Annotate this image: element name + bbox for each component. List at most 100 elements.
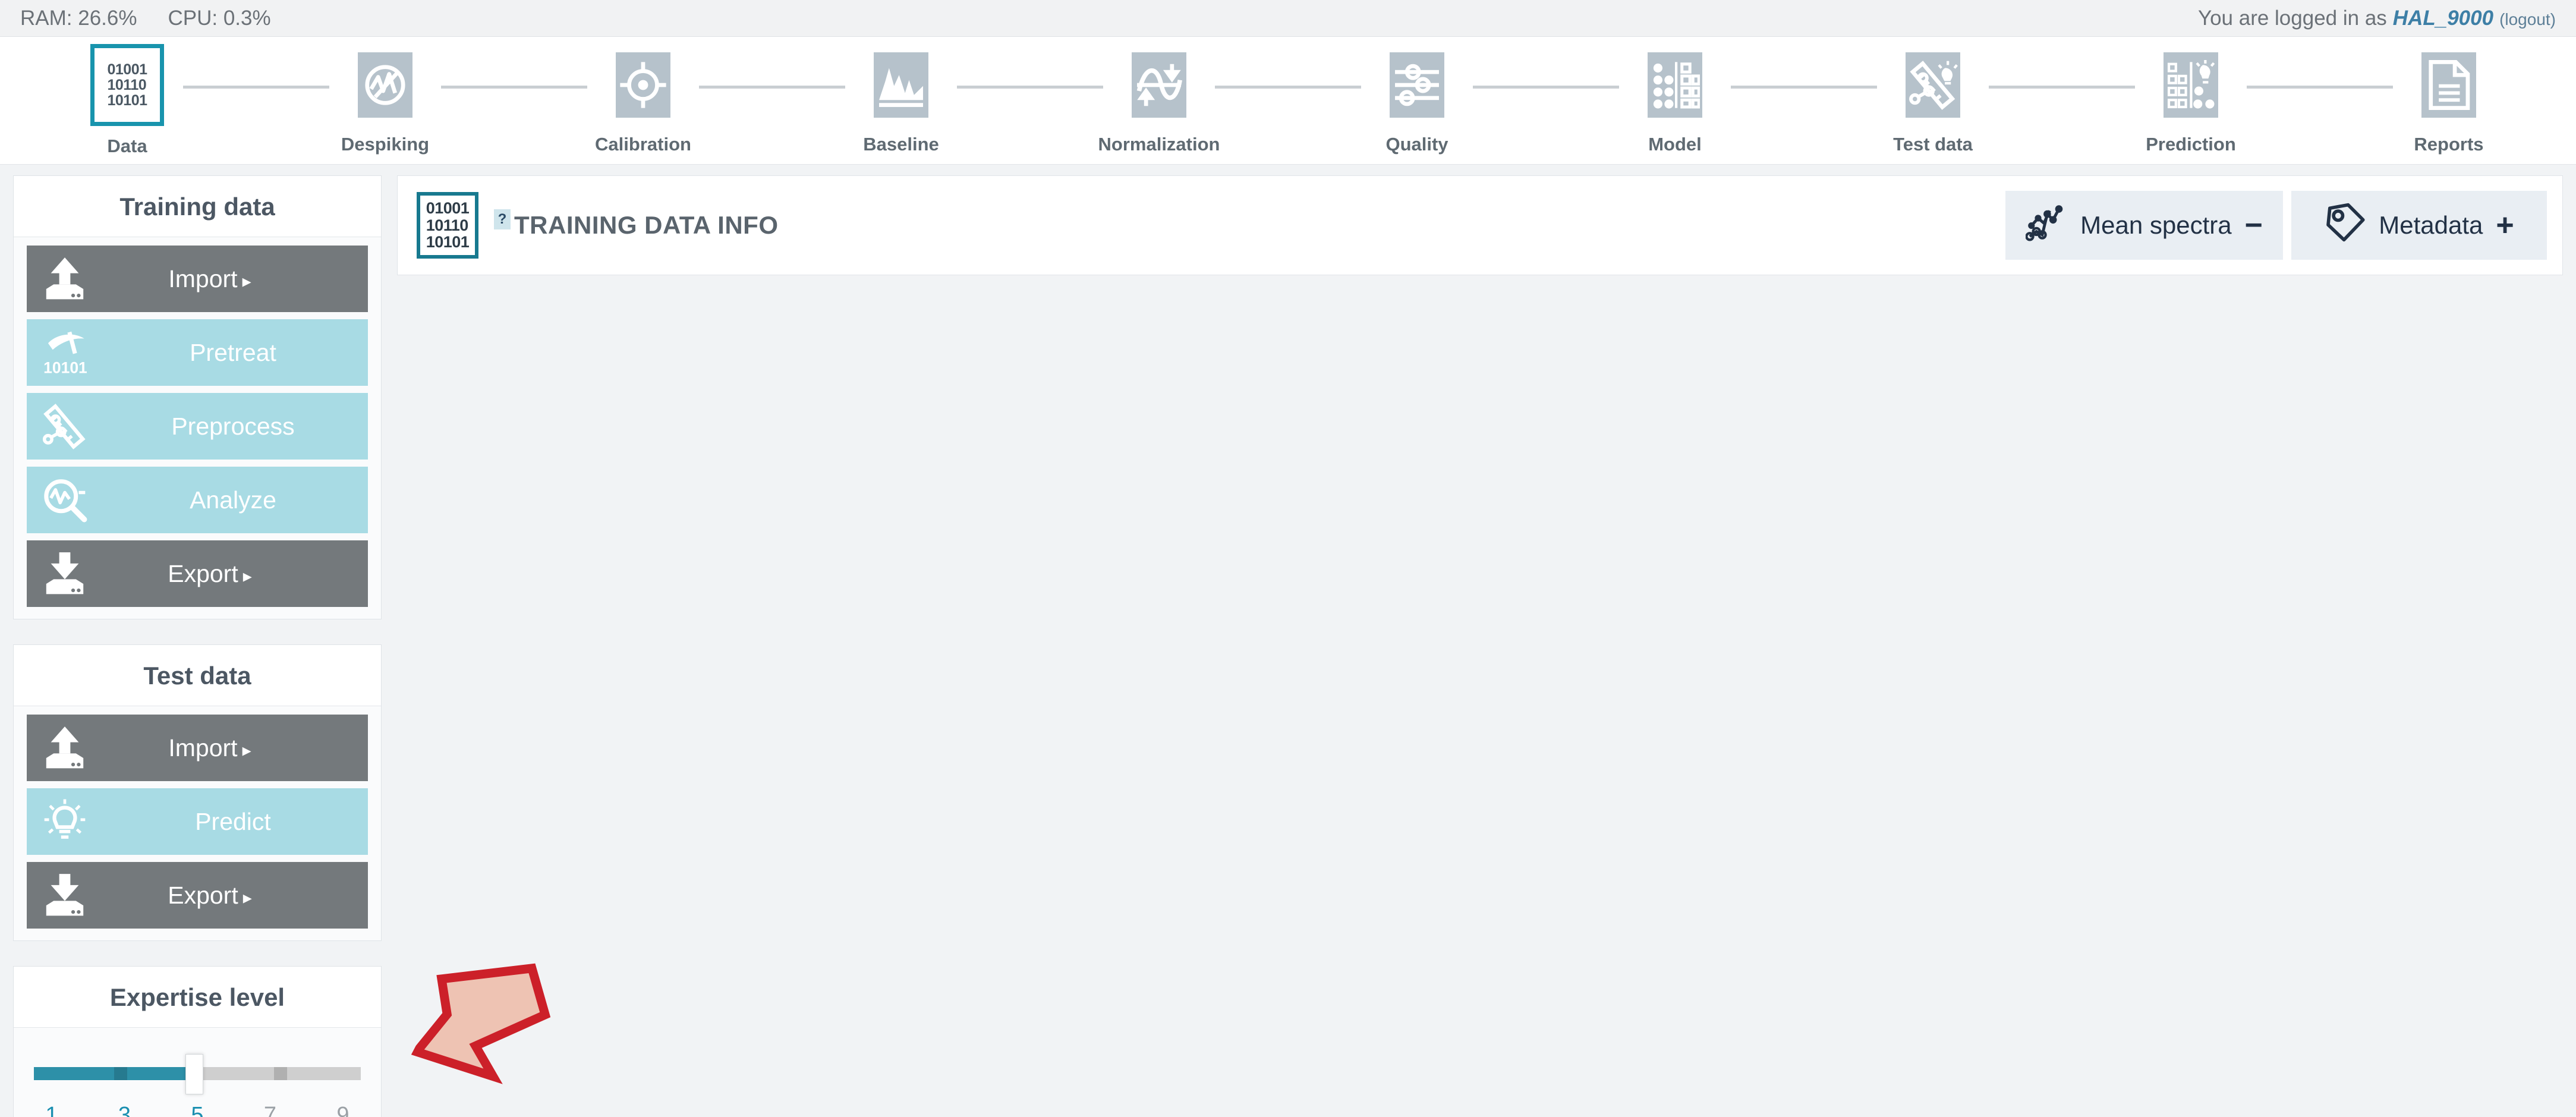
logout-link[interactable]: (logout) <box>2499 10 2556 29</box>
step-despiking[interactable]: Despiking <box>329 46 441 155</box>
svg-text:10101: 10101 <box>43 358 87 376</box>
step-quality-icon-frame[interactable] <box>1381 46 1453 124</box>
spectrum-chart-icon <box>874 52 928 118</box>
step-connector <box>1473 85 1619 89</box>
document-icon <box>2421 52 2476 118</box>
training-export-text: Export <box>168 559 238 587</box>
slider-tick-7 <box>274 1067 288 1080</box>
test-predict-button[interactable]: Predict <box>27 788 368 855</box>
training-data-info-header: 01001 10110 10101 ? TRAINING DATA INFO M… <box>397 175 2563 275</box>
test-export-text: Export <box>168 881 238 909</box>
training-pretreat-button[interactable]: 10101 Pretreat <box>27 319 368 386</box>
step-prediction-icon-frame[interactable] <box>2155 46 2227 124</box>
scatter-line-icon <box>2025 202 2067 249</box>
upload-icon <box>27 725 103 771</box>
ruler-bulb-icon <box>1906 52 1960 118</box>
model-matrix-icon <box>1648 52 1702 118</box>
pickaxe-binary-icon: 10101 <box>27 329 103 376</box>
test-predict-label: Predict <box>103 808 368 836</box>
training-export-button[interactable]: Export ▸ <box>27 540 368 607</box>
test-import-label: Import ▸ <box>103 734 368 762</box>
login-status: You are logged in as HAL_9000 (logout) <box>2198 7 2556 30</box>
cpu-usage: CPU: 0.3% <box>168 6 271 30</box>
step-test-data-icon-frame[interactable] <box>1897 46 1969 124</box>
training-preprocess-label: Preprocess <box>103 413 368 440</box>
binary-matrix-rows: 01001 10110 10101 <box>426 200 470 250</box>
step-connector <box>1989 85 2135 89</box>
magnifier-wave-icon <box>27 477 103 523</box>
step-normalization-icon-frame[interactable] <box>1123 46 1195 124</box>
step-test-data-label: Test data <box>1893 134 1973 155</box>
step-despiking-icon-frame[interactable] <box>349 46 421 124</box>
slider-tick-labels: 1 3 5 7 9 <box>34 1103 361 1117</box>
step-data[interactable]: 01001 10110 10101 Data <box>71 44 183 157</box>
metadata-button[interactable]: Metadata + <box>2291 191 2547 260</box>
mean-spectra-button[interactable]: Mean spectra − <box>2005 191 2283 260</box>
step-data-icon-frame[interactable]: 01001 10110 10101 <box>90 44 164 126</box>
step-connector <box>957 85 1103 89</box>
training-preprocess-button[interactable]: Preprocess <box>27 393 368 460</box>
test-import-text: Import <box>168 734 238 762</box>
step-data-label: Data <box>107 136 147 156</box>
training-preprocess-text: Preprocess <box>171 412 295 440</box>
training-import-button[interactable]: Import ▸ <box>27 246 368 312</box>
page-title: TRAINING DATA INFO <box>514 211 779 239</box>
step-quality[interactable]: Quality <box>1361 46 1473 155</box>
expertise-slider[interactable] <box>34 1047 361 1102</box>
step-reports-icon-frame[interactable] <box>2413 46 2484 124</box>
training-data-panel: Training data Import ▸ 10101 Pretreat Pr… <box>13 175 382 619</box>
prediction-bulb-icon <box>2164 52 2218 118</box>
slider-label-9[interactable]: 9 <box>325 1103 361 1117</box>
resource-stats: RAM: 26.6% CPU: 0.3% <box>20 7 271 30</box>
test-export-button[interactable]: Export ▸ <box>27 862 368 929</box>
step-reports[interactable]: Reports <box>2393 46 2505 155</box>
training-data-buttons: Import ▸ 10101 Pretreat Preprocess Analy… <box>14 237 381 619</box>
help-badge[interactable]: ? <box>494 209 511 229</box>
mean-spectra-label: Mean spectra <box>2080 211 2232 239</box>
step-test-data[interactable]: Test data <box>1877 46 1989 155</box>
mean-spectra-toggle-sign: − <box>2244 207 2263 243</box>
metadata-toggle-sign: + <box>2496 207 2514 243</box>
binary-row: 01001 <box>426 199 470 218</box>
step-calibration[interactable]: Calibration <box>587 46 699 155</box>
step-prediction[interactable]: Prediction <box>2135 46 2247 155</box>
training-pretreat-text: Pretreat <box>190 338 276 366</box>
sine-wave-arrows-icon <box>1132 52 1186 118</box>
step-prediction-label: Prediction <box>2146 134 2236 155</box>
lightbulb-icon <box>27 798 103 845</box>
slider-label-7[interactable]: 7 <box>253 1103 288 1117</box>
login-prefix-text: You are logged in as <box>2197 6 2387 30</box>
slider-label-5[interactable]: 5 <box>179 1103 215 1117</box>
training-import-caret: ▸ <box>242 271 251 291</box>
username-label: HAL_9000 <box>2392 6 2494 30</box>
test-import-button[interactable]: Import ▸ <box>27 715 368 781</box>
upload-icon <box>27 256 103 302</box>
step-calibration-icon-frame[interactable] <box>607 46 679 124</box>
step-calibration-label: Calibration <box>595 134 691 155</box>
test-data-buttons: Import ▸ Predict Export ▸ <box>14 706 381 940</box>
expertise-level-title: Expertise level <box>14 967 381 1028</box>
step-quality-label: Quality <box>1385 134 1448 155</box>
test-data-title: Test data <box>14 645 381 706</box>
step-model-icon-frame[interactable] <box>1639 46 1711 124</box>
step-baseline-label: Baseline <box>863 134 939 155</box>
slider-thumb[interactable] <box>185 1054 203 1094</box>
despiking-icon <box>358 52 412 118</box>
step-normalization-label: Normalization <box>1098 134 1220 155</box>
step-normalization[interactable]: Normalization <box>1098 46 1220 155</box>
tag-icon <box>2324 202 2366 249</box>
slider-label-1[interactable]: 1 <box>34 1103 70 1117</box>
step-connector <box>1731 85 1877 89</box>
binary-row: 10110 <box>426 216 469 234</box>
test-import-caret: ▸ <box>242 740 251 760</box>
training-import-label: Import ▸ <box>103 265 368 293</box>
expertise-level-panel: Expertise level 1 3 5 7 9 <box>13 966 382 1117</box>
step-baseline[interactable]: Baseline <box>845 46 957 155</box>
binary-row: 10101 <box>426 233 470 251</box>
step-model[interactable]: Model <box>1619 46 1731 155</box>
step-baseline-icon-frame[interactable] <box>865 46 937 124</box>
slider-label-3[interactable]: 3 <box>107 1103 143 1117</box>
page-body: Training data Import ▸ 10101 Pretreat Pr… <box>0 165 2576 1117</box>
status-bar: RAM: 26.6% CPU: 0.3% You are logged in a… <box>0 0 2576 37</box>
training-analyze-button[interactable]: Analyze <box>27 467 368 533</box>
